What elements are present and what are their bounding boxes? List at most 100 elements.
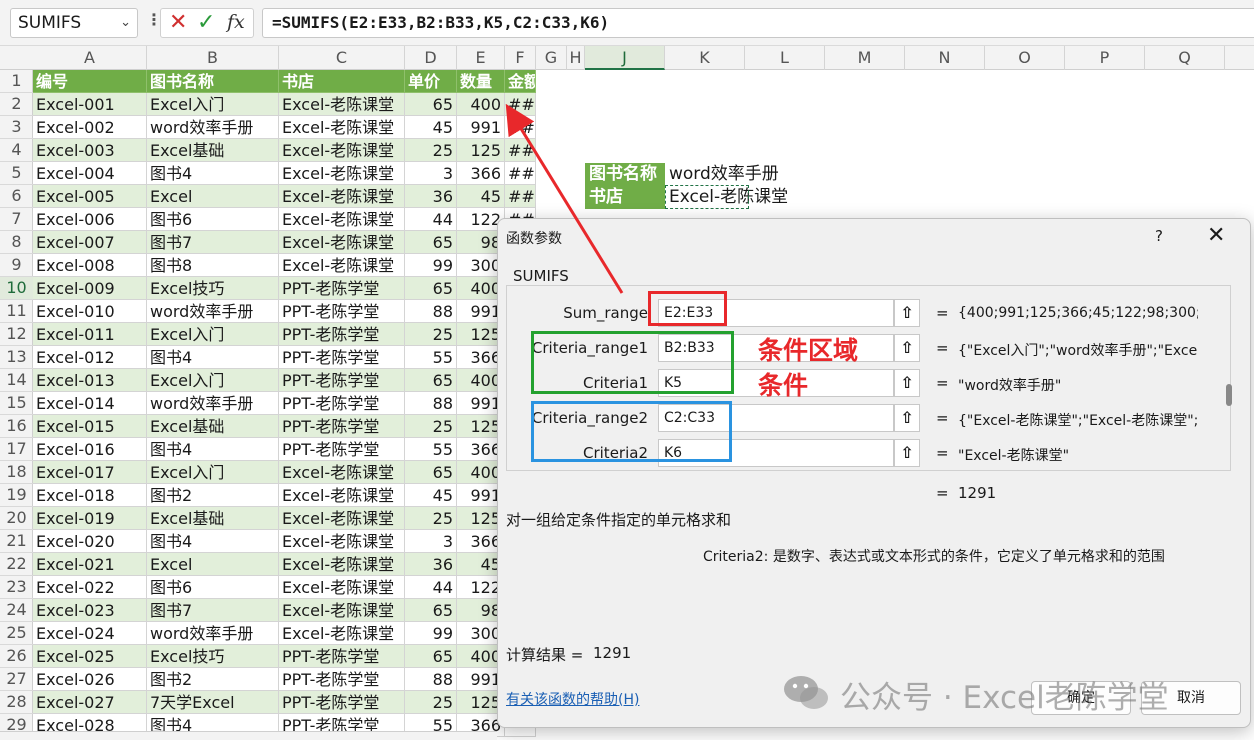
- table-cell[interactable]: word效率手册: [147, 622, 279, 645]
- column-header-m[interactable]: M: [825, 46, 905, 70]
- column-header-a[interactable]: A: [33, 46, 147, 70]
- table-cell[interactable]: PPT-老陈学堂: [279, 300, 405, 323]
- table-cell[interactable]: 65: [405, 599, 457, 622]
- table-cell[interactable]: Excel入门: [147, 369, 279, 392]
- table-cell[interactable]: 图书4: [147, 438, 279, 461]
- collapse-icon[interactable]: ⇧: [894, 334, 920, 362]
- table-cell[interactable]: Excel-021: [33, 553, 147, 576]
- formula-input[interactable]: =SUMIFS(E2:E33,B2:B33,K5,C2:C33,K6): [262, 8, 1254, 38]
- table-cell[interactable]: Excel-026: [33, 668, 147, 691]
- table-cell[interactable]: Excel-老陈课堂: [279, 507, 405, 530]
- column-header-l[interactable]: L: [745, 46, 825, 70]
- arguments-scrollbar[interactable]: [1226, 384, 1232, 406]
- table-cell[interactable]: Excel-010: [33, 300, 147, 323]
- table-cell[interactable]: Excel入门: [147, 323, 279, 346]
- table-cell[interactable]: Excel-009: [33, 277, 147, 300]
- row-header[interactable]: 25: [0, 622, 33, 645]
- row-header[interactable]: 28: [0, 691, 33, 714]
- row-header[interactable]: 18: [0, 461, 33, 484]
- table-cell[interactable]: Excel-老陈课堂: [279, 576, 405, 599]
- table-cell[interactable]: 125: [457, 139, 505, 162]
- table-cell[interactable]: Excel-老陈课堂: [279, 231, 405, 254]
- chevron-down-icon[interactable]: ⌄: [120, 9, 131, 37]
- row-header[interactable]: 7: [0, 208, 33, 231]
- table-cell[interactable]: Excel入门: [147, 93, 279, 116]
- table-cell[interactable]: Excel-老陈课堂: [279, 622, 405, 645]
- table-cell[interactable]: Excel-老陈课堂: [279, 116, 405, 139]
- row-header[interactable]: 23: [0, 576, 33, 599]
- table-cell[interactable]: 7天学Excel: [147, 691, 279, 714]
- table-cell[interactable]: Excel-019: [33, 507, 147, 530]
- column-header-k[interactable]: K: [665, 46, 745, 70]
- table-cell[interactable]: 88: [405, 668, 457, 691]
- column-header-d[interactable]: D: [405, 46, 457, 70]
- table-cell[interactable]: 65: [405, 231, 457, 254]
- table-cell[interactable]: Excel-老陈课堂: [279, 254, 405, 277]
- table-cell[interactable]: 99: [405, 254, 457, 277]
- table-cell[interactable]: PPT-老陈学堂: [279, 438, 405, 461]
- header-cell[interactable]: 单价: [405, 70, 457, 93]
- column-header-g[interactable]: G: [536, 46, 567, 70]
- header-cell[interactable]: 数量: [457, 70, 505, 93]
- table-cell[interactable]: 65: [405, 93, 457, 116]
- table-cell[interactable]: word效率手册: [147, 116, 279, 139]
- table-cell[interactable]: Excel-老陈课堂: [279, 162, 405, 185]
- table-cell[interactable]: ##: [505, 93, 536, 116]
- table-cell[interactable]: Excel-015: [33, 415, 147, 438]
- table-cell[interactable]: Excel-007: [33, 231, 147, 254]
- table-cell[interactable]: 45: [457, 185, 505, 208]
- criteria-label-book[interactable]: 图书名称: [585, 163, 665, 186]
- table-cell[interactable]: 88: [405, 300, 457, 323]
- table-cell[interactable]: 36: [405, 185, 457, 208]
- table-cell[interactable]: Excel: [147, 185, 279, 208]
- table-cell[interactable]: Excel技巧: [147, 645, 279, 668]
- table-cell[interactable]: ##: [505, 162, 536, 185]
- table-cell[interactable]: 图书7: [147, 599, 279, 622]
- table-cell[interactable]: 44: [405, 576, 457, 599]
- table-cell[interactable]: Excel-013: [33, 369, 147, 392]
- row-header[interactable]: 20: [0, 507, 33, 530]
- table-cell[interactable]: Excel-014: [33, 392, 147, 415]
- row-header[interactable]: 3: [0, 116, 33, 139]
- help-icon[interactable]: ?: [1155, 227, 1163, 245]
- row-header[interactable]: 17: [0, 438, 33, 461]
- table-cell[interactable]: ##: [505, 185, 536, 208]
- row-header[interactable]: 5: [0, 162, 33, 185]
- table-cell[interactable]: Excel-023: [33, 599, 147, 622]
- header-cell[interactable]: 书店: [279, 70, 405, 93]
- row-header[interactable]: 15: [0, 392, 33, 415]
- table-cell[interactable]: 图书8: [147, 254, 279, 277]
- table-cell[interactable]: 65: [405, 461, 457, 484]
- table-cell[interactable]: 88: [405, 392, 457, 415]
- table-cell[interactable]: Excel-老陈课堂: [279, 93, 405, 116]
- table-cell[interactable]: ##: [505, 139, 536, 162]
- table-cell[interactable]: Excel-004: [33, 162, 147, 185]
- table-cell[interactable]: 图书6: [147, 208, 279, 231]
- row-header[interactable]: 16: [0, 415, 33, 438]
- row-header[interactable]: 12: [0, 323, 33, 346]
- table-cell[interactable]: Excel: [147, 553, 279, 576]
- table-cell[interactable]: 45: [405, 116, 457, 139]
- row-header[interactable]: 13: [0, 346, 33, 369]
- table-cell[interactable]: 图书6: [147, 576, 279, 599]
- row-header[interactable]: 27: [0, 668, 33, 691]
- table-cell[interactable]: 25: [405, 139, 457, 162]
- table-cell[interactable]: PPT-老陈学堂: [279, 645, 405, 668]
- criteria-value-book[interactable]: word效率手册: [665, 163, 805, 186]
- table-cell[interactable]: Excel入门: [147, 461, 279, 484]
- header-cell[interactable]: 编号: [33, 70, 147, 93]
- table-cell[interactable]: Excel-老陈课堂: [279, 599, 405, 622]
- collapse-icon[interactable]: ⇧: [894, 439, 920, 467]
- table-cell[interactable]: 图书7: [147, 231, 279, 254]
- table-cell[interactable]: 图书2: [147, 668, 279, 691]
- table-cell[interactable]: Excel-老陈课堂: [279, 185, 405, 208]
- table-cell[interactable]: PPT-老陈学堂: [279, 691, 405, 714]
- table-cell[interactable]: 366: [457, 162, 505, 185]
- column-header-e[interactable]: E: [457, 46, 505, 70]
- table-cell[interactable]: 图书2: [147, 484, 279, 507]
- table-cell[interactable]: Excel基础: [147, 507, 279, 530]
- table-cell[interactable]: PPT-老陈学堂: [279, 346, 405, 369]
- collapse-icon[interactable]: ⇧: [894, 299, 920, 327]
- table-cell[interactable]: 36: [405, 553, 457, 576]
- table-cell[interactable]: Excel-003: [33, 139, 147, 162]
